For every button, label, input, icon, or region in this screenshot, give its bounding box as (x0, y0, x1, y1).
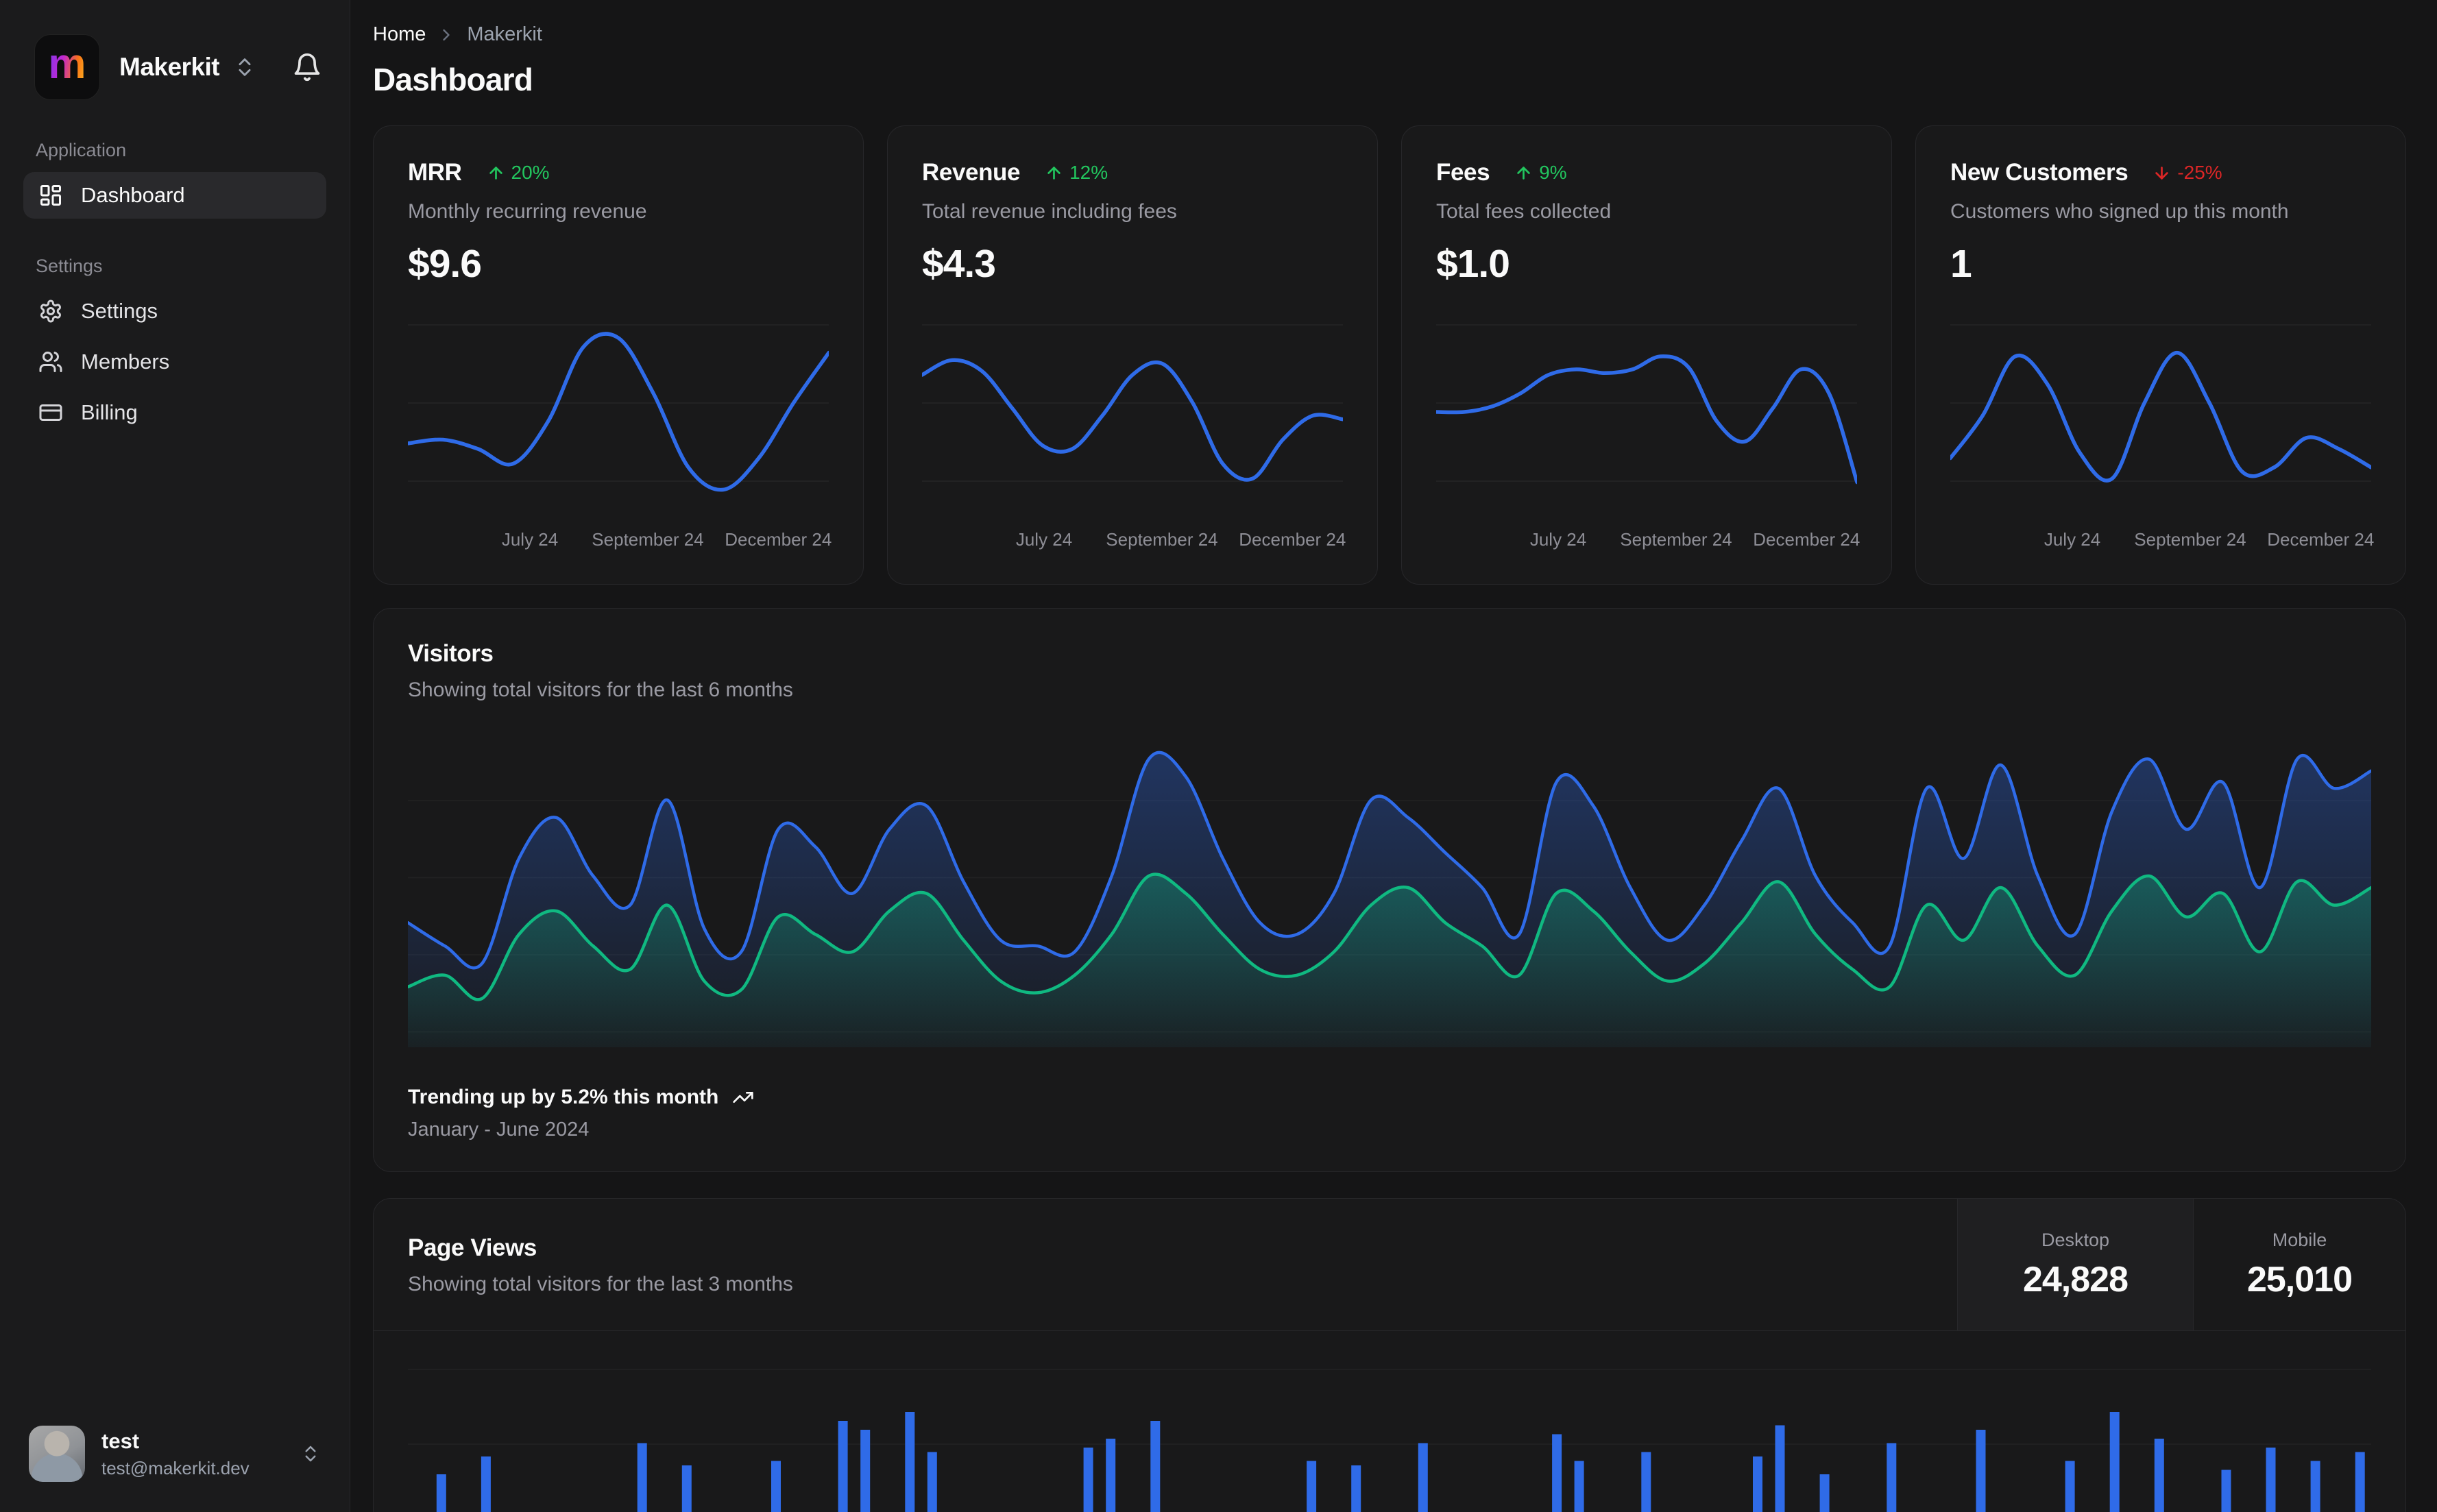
x-axis-ticks: July 24 September 24 December 24 (1436, 529, 1860, 559)
axis-tick: July 24 (1015, 529, 1073, 550)
stat-value: $1.0 (1436, 242, 1510, 286)
workspace-switcher[interactable]: m Makerkit (23, 34, 326, 100)
logo-letter: m (48, 40, 86, 88)
stat-value: 1 (1950, 242, 1972, 286)
stat-subtitle: Total fees collected (1436, 200, 1612, 223)
stat-subtitle: Total revenue including fees (922, 200, 1177, 223)
axis-tick: December 24 (1753, 529, 1860, 550)
nav-section-application: Application (36, 140, 127, 160)
nav-section-settings: Settings (36, 256, 103, 276)
stat-title: Revenue (922, 159, 1021, 186)
stat-title: Fees (1436, 159, 1490, 186)
stat-cards-row: MRR 20% Monthly recurring revenue $9.6 J… (373, 125, 2406, 585)
page-views-subtitle: Showing total visitors for the last 3 mo… (408, 1273, 793, 1295)
tab-mobile[interactable]: Mobile 25,010 (2193, 1199, 2405, 1330)
tab-value: 24,828 (2022, 1259, 2129, 1300)
axis-tick: December 24 (1239, 529, 1346, 550)
sidebar-item-members[interactable]: Members (23, 339, 326, 385)
arrow-up-icon (487, 164, 505, 182)
visitors-trend-text: Trending up by 5.2% this month (408, 1086, 719, 1108)
trend-badge: 20% (487, 162, 550, 184)
stat-value: $9.6 (408, 242, 482, 286)
page-title: Dashboard (373, 62, 533, 97)
axis-tick: December 24 (725, 529, 832, 550)
stat-subtitle: Customers who signed up this month (1950, 200, 2289, 223)
trend-badge: -25% (2153, 162, 2222, 184)
sidebar-item-label: Billing (81, 400, 138, 424)
notifications-bell-icon[interactable] (292, 52, 322, 82)
trending-up-icon (732, 1086, 754, 1108)
axis-tick: September 24 (1106, 529, 1218, 550)
sidebar-item-label: Members (81, 350, 170, 374)
workspace-name: Makerkit (119, 53, 220, 81)
user-menu[interactable]: test test@makerkit.dev (23, 1419, 326, 1489)
x-axis-ticks: July 24 September 24 December 24 (408, 529, 832, 559)
new-customers-sparkline-chart (1950, 313, 2371, 518)
visitors-subtitle: Showing total visitors for the last 6 mo… (408, 679, 793, 701)
axis-tick: September 24 (2134, 529, 2246, 550)
x-axis-ticks: July 24 September 24 December 24 (1950, 529, 2375, 559)
axis-tick: September 24 (1620, 529, 1732, 550)
page-views-bar-chart (408, 1331, 2371, 1512)
axis-tick: July 24 (1529, 529, 1587, 550)
sidebar-item-settings[interactable]: Settings (23, 288, 326, 334)
x-axis-ticks: July 24 September 24 December 24 (922, 529, 1346, 559)
arrow-up-icon (1514, 164, 1533, 182)
stat-card-new-customers: New Customers -25% Customers who signed … (1915, 125, 2406, 585)
axis-tick: July 24 (501, 529, 559, 550)
trend-value: -25% (2177, 162, 2222, 183)
breadcrumb: Home Makerkit (373, 23, 2406, 46)
users-icon (38, 350, 63, 374)
visitors-date-range: January - June 2024 (408, 1119, 590, 1141)
trend-badge: 12% (1045, 162, 1108, 184)
main-content: Home Makerkit Dashboard MRR 20% Monthly … (350, 0, 2437, 1512)
sidebar-item-dashboard[interactable]: Dashboard (23, 172, 326, 219)
trend-value: 12% (1069, 162, 1108, 183)
visitors-card: Visitors Showing total visitors for the … (373, 608, 2406, 1172)
tab-desktop[interactable]: Desktop 24,828 (1957, 1199, 2193, 1330)
stat-subtitle: Monthly recurring revenue (408, 200, 647, 223)
axis-tick: July 24 (2044, 529, 2101, 550)
arrow-down-icon (2153, 164, 2171, 182)
fees-sparkline-chart (1436, 313, 1857, 518)
sidebar-item-billing[interactable]: Billing (23, 389, 326, 436)
chevron-right-icon (437, 25, 456, 45)
sidebar-item-label: Settings (81, 299, 158, 323)
trend-value: 9% (1539, 162, 1567, 183)
tab-label: Desktop (2041, 1229, 2110, 1250)
credit-card-icon (38, 400, 63, 425)
breadcrumb-home-link[interactable]: Home (373, 23, 426, 46)
stat-card-revenue: Revenue 12% Total revenue including fees… (887, 125, 1378, 585)
dashboard-grid-icon (38, 183, 63, 208)
stat-title: MRR (408, 159, 462, 186)
visitors-area-chart (408, 739, 2371, 1047)
mrr-sparkline-chart (408, 313, 829, 518)
sidebar-item-label: Dashboard (81, 183, 185, 207)
user-avatar (29, 1426, 85, 1482)
chevrons-up-down-icon (300, 1443, 321, 1464)
sidebar: m Makerkit Application Dashboard Setting… (0, 0, 350, 1512)
tab-value: 25,010 (2246, 1259, 2353, 1300)
axis-tick: December 24 (2267, 529, 2375, 550)
user-name: test (101, 1428, 140, 1453)
stat-card-mrr: MRR 20% Monthly recurring revenue $9.6 J… (373, 125, 864, 585)
trend-badge: 9% (1514, 162, 1567, 184)
visitors-title: Visitors (408, 640, 494, 667)
page-views-toggle: Desktop 24,828 Mobile 25,010 (1957, 1199, 2405, 1330)
tab-label: Mobile (2272, 1229, 2327, 1250)
stat-value: $4.3 (922, 242, 996, 286)
axis-tick: September 24 (592, 529, 704, 550)
makerkit-logo: m (34, 34, 100, 100)
gear-icon (38, 299, 63, 324)
chevrons-up-down-icon (233, 56, 256, 79)
breadcrumb-current: Makerkit (467, 23, 542, 45)
page-views-card: Page Views Showing total visitors for th… (373, 1198, 2406, 1512)
stat-title: New Customers (1950, 159, 2129, 186)
trend-value: 20% (511, 162, 550, 183)
page-views-title: Page Views (408, 1234, 537, 1261)
arrow-up-icon (1045, 164, 1063, 182)
user-email: test@makerkit.dev (101, 1457, 250, 1478)
revenue-sparkline-chart (922, 313, 1343, 518)
stat-card-fees: Fees 9% Total fees collected $1.0 July 2… (1401, 125, 1892, 585)
